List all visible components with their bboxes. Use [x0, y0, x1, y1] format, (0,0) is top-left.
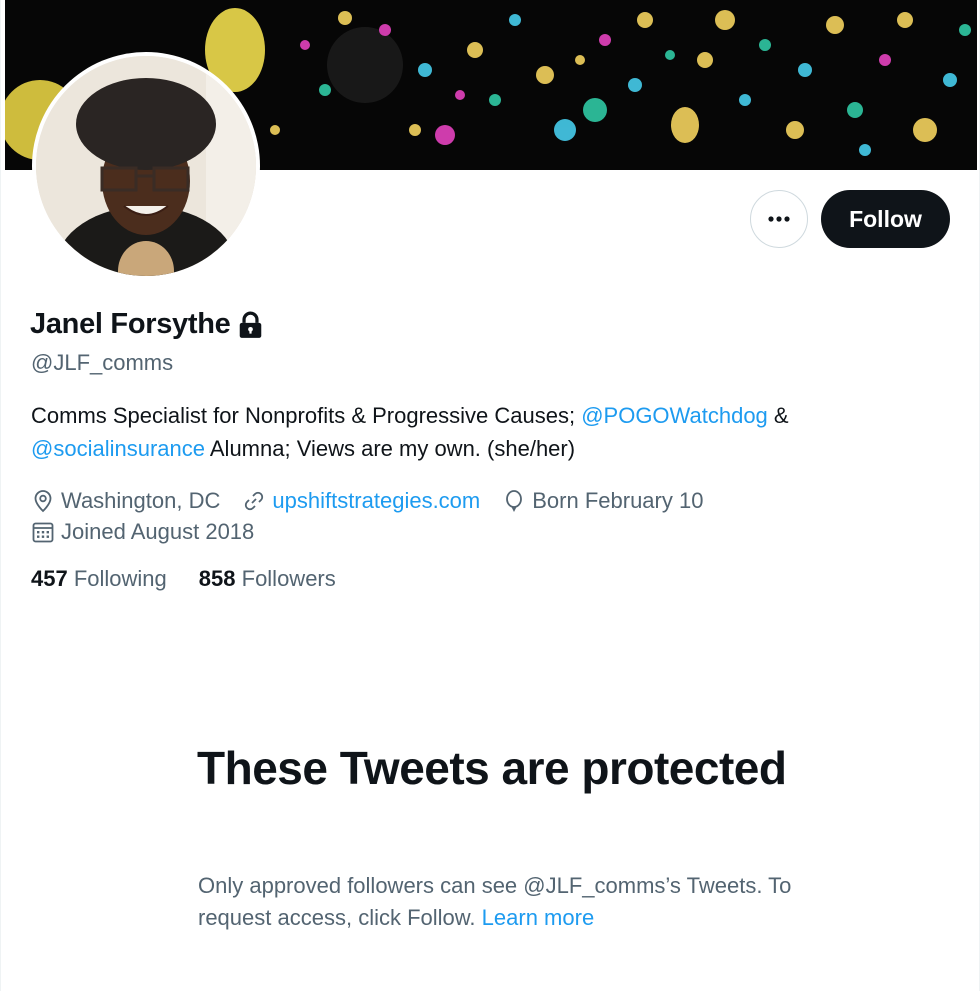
lock-icon: [237, 311, 264, 339]
bio-text: Comms Specialist for Nonprofits & Progre…: [31, 403, 582, 428]
following-link[interactable]: 457 Following: [31, 566, 167, 592]
protected-title: These Tweets are protected: [197, 742, 787, 794]
birthday-item: Born February 10: [502, 485, 703, 516]
following-label: Following: [73, 566, 167, 591]
website-item[interactable]: upshiftstrategies.com: [242, 485, 480, 516]
joined-text: Joined August 2018: [61, 519, 255, 544]
profile-page: Follow Janel Forsythe @JLF_comms Comms S…: [0, 0, 980, 991]
profile-name-row: Janel Forsythe: [30, 308, 264, 341]
protected-message: Only approved followers can see @JLF_com…: [198, 870, 798, 934]
profile-bio: Comms Specialist for Nonprofits & Progre…: [31, 399, 931, 465]
more-options-button[interactable]: [750, 190, 808, 248]
joined-item: Joined August 2018: [31, 516, 254, 547]
website-link[interactable]: upshiftstrategies.com: [272, 485, 480, 516]
follow-button[interactable]: Follow: [821, 190, 950, 248]
followers-label: Followers: [241, 566, 336, 591]
bio-mention-socialinsurance[interactable]: @socialinsurance: [31, 436, 205, 461]
location-item: Washington, DC: [31, 485, 220, 516]
bio-text: Alumna; Views are my own. (she/her): [204, 436, 576, 461]
location-text: Washington, DC: [61, 488, 221, 513]
profile-name: Janel Forsythe: [30, 308, 231, 340]
more-dots-icon: [768, 216, 790, 222]
profile-handle: @JLF_comms: [31, 350, 174, 375]
birthday-text: Born February 10: [532, 488, 704, 513]
link-icon: [245, 491, 264, 510]
followers-link[interactable]: 858 Followers: [199, 566, 336, 592]
follow-stats: 457 Following 858 Followers: [31, 566, 368, 592]
calendar-icon: [32, 522, 54, 542]
avatar-photo: [36, 56, 256, 276]
bio-text: &: [767, 403, 789, 428]
avatar[interactable]: [32, 52, 260, 280]
balloon-icon: [506, 489, 523, 512]
learn-more-link[interactable]: Learn more: [482, 905, 595, 930]
followers-count: 858: [198, 566, 236, 591]
bio-mention-pogo[interactable]: @POGOWatchdog: [581, 403, 768, 428]
following-count: 457: [31, 566, 68, 591]
profile-meta: Washington, DC upshiftstrategies.com Bor…: [31, 485, 725, 547]
location-pin-icon: [34, 489, 52, 512]
